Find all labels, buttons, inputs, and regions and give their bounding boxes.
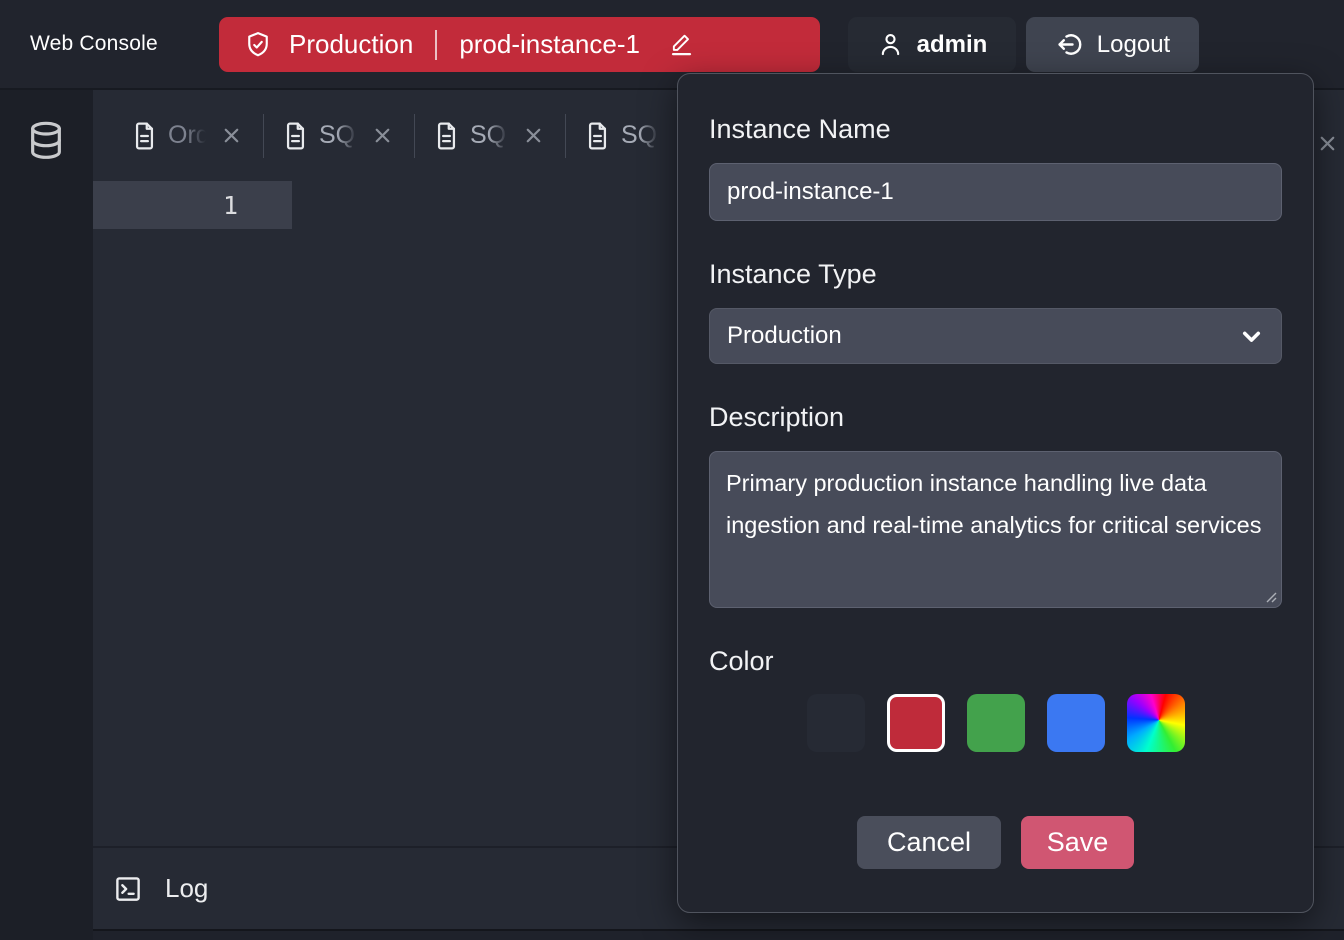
tab-close-icon[interactable]	[1316, 132, 1339, 155]
logout-label: Logout	[1097, 31, 1170, 59]
tab-label: SQ	[621, 121, 661, 150]
editor-active-line-gutter: 1	[93, 181, 292, 229]
tab-close-icon[interactable]	[369, 122, 396, 149]
description-text: Primary production instance handling liv…	[726, 470, 1262, 538]
instance-name-input[interactable]	[709, 163, 1282, 221]
instance-badge[interactable]: Production prod-instance-1	[219, 17, 820, 72]
line-number: 1	[223, 191, 238, 220]
shield-check-icon	[243, 30, 273, 60]
instance-type-field-label: Instance Type	[709, 259, 1282, 290]
left-sidebar	[0, 90, 93, 940]
color-swatch-row	[709, 694, 1282, 752]
log-panel-label: Log	[165, 873, 208, 904]
tab-label: SQL	[470, 121, 510, 150]
color-swatch-default[interactable]	[807, 694, 865, 752]
user-button[interactable]: admin	[848, 17, 1016, 72]
color-swatch-red[interactable]	[887, 694, 945, 752]
instance-type-selected-value: Production	[727, 322, 842, 350]
tab-label: Ord	[168, 121, 208, 150]
file-icon	[584, 121, 611, 151]
bottom-strip	[93, 929, 1344, 940]
tab-divider	[414, 114, 415, 158]
app-title: Web Console	[30, 0, 158, 88]
save-button[interactable]: Save	[1021, 816, 1134, 869]
file-icon	[131, 121, 158, 151]
color-field-label: Color	[709, 646, 1282, 677]
chevron-down-icon	[1239, 324, 1264, 349]
resize-handle-icon[interactable]	[1264, 590, 1277, 603]
instance-type-select[interactable]: Production	[709, 308, 1282, 364]
instance-type-label: Production	[289, 29, 413, 60]
dialog-footer: Cancel Save	[709, 816, 1282, 869]
file-icon	[433, 121, 460, 151]
edit-pencil-icon[interactable]	[668, 31, 695, 58]
user-name-label: admin	[917, 31, 988, 59]
color-swatch-green[interactable]	[967, 694, 1025, 752]
logout-button[interactable]: Logout	[1026, 17, 1199, 72]
tab-divider	[565, 114, 566, 158]
instance-settings-dialog: Instance Name Instance Type Production D…	[677, 73, 1314, 913]
file-icon	[282, 121, 309, 151]
description-field-label: Description	[709, 402, 1282, 433]
instance-name-label: prod-instance-1	[459, 29, 640, 60]
badge-separator	[435, 30, 437, 60]
user-icon	[877, 31, 904, 58]
tab-label: SQL	[319, 121, 359, 150]
tab-sql-1[interactable]: SQL	[282, 121, 396, 151]
tab-close-icon[interactable]	[520, 122, 547, 149]
color-swatch-blue[interactable]	[1047, 694, 1105, 752]
logout-icon	[1055, 30, 1084, 59]
instance-name-field-label: Instance Name	[709, 114, 1282, 145]
description-textarea[interactable]: Primary production instance handling liv…	[709, 451, 1282, 608]
tab-ord[interactable]: Ord	[131, 121, 245, 151]
database-icon[interactable]	[26, 120, 66, 164]
tab-close-icon[interactable]	[218, 122, 245, 149]
color-swatch-rainbow[interactable]	[1127, 694, 1185, 752]
terminal-icon	[113, 874, 143, 904]
cancel-button[interactable]: Cancel	[857, 816, 1001, 869]
tab-sql-2[interactable]: SQL	[433, 121, 547, 151]
tab-divider	[263, 114, 264, 158]
